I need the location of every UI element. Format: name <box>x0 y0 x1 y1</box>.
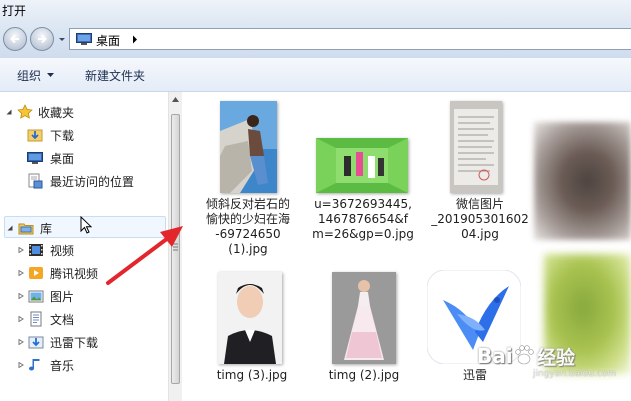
nav-item-videos[interactable]: 视频 <box>18 239 158 261</box>
nav-item-xunlei-downloads[interactable]: 迅雷下载 <box>18 331 158 353</box>
collapsed-arrow-icon[interactable] <box>18 339 24 345</box>
nav-item-label: 文档 <box>50 313 75 327</box>
file-name-line: 倾斜反对岩石的 <box>205 197 290 211</box>
file-name-line: _201905301602 <box>431 212 529 226</box>
collapsed-arrow-icon[interactable] <box>18 247 24 253</box>
title-bar: 打开 <box>0 0 631 22</box>
file-name-line: 愉快的少妇在海 <box>205 212 290 226</box>
file-name-line: 1467876654&f <box>318 212 408 226</box>
grip-icon <box>173 243 178 251</box>
nav-item-tencent-video[interactable]: 腾讯视频 <box>18 262 158 284</box>
arrow-right-icon <box>38 34 47 44</box>
arrow-left-icon <box>10 34 19 44</box>
watermark-brand: Bai <box>477 344 513 368</box>
nav-item-desktop[interactable]: 桌面 <box>27 147 162 169</box>
collapsed-arrow-icon[interactable] <box>18 362 24 368</box>
desktop-icon <box>27 152 43 164</box>
watermark-text: 经验 <box>537 347 576 369</box>
expanded-arrow-icon[interactable] <box>6 109 12 115</box>
file-thumbnail <box>316 138 408 193</box>
nav-item-label: 音乐 <box>50 359 75 373</box>
mouse-cursor-icon <box>80 216 92 234</box>
nav-item-label: 图片 <box>50 290 75 304</box>
blurred-thumbnail <box>534 122 631 240</box>
file-name-line: 微信图片 <box>455 197 504 211</box>
music-library-icon <box>29 359 40 371</box>
navigation-pane-scrollbar[interactable] <box>168 92 182 401</box>
favorites-star-icon <box>17 104 33 119</box>
file-thumbnail <box>220 101 277 193</box>
nav-favorites-label: 收藏夹 <box>38 106 75 120</box>
file-name-line: u=3672693445, <box>314 197 412 211</box>
nav-item-label: 迅雷下载 <box>50 336 99 350</box>
scroll-up-icon[interactable] <box>172 97 179 102</box>
file-name-line: -69724650 <box>215 227 281 241</box>
baidu-jingyan-watermark: Bai 经验 jingyan.baidu.com <box>477 342 627 382</box>
desktop-icon <box>76 33 92 45</box>
nav-item-label: 腾讯视频 <box>50 267 99 281</box>
file-thumbnail <box>450 101 502 193</box>
navigation-bar: 桌面 <box>0 22 631 58</box>
nav-item-label: 下载 <box>50 129 75 143</box>
nav-item-music[interactable]: 音乐 <box>18 354 158 376</box>
nav-item-recent-places[interactable]: 最近访问的位置 <box>27 170 162 192</box>
libraries-icon <box>18 223 34 235</box>
nav-item-label: 桌面 <box>50 152 75 166</box>
paw-icon <box>515 345 534 365</box>
nav-item-downloads[interactable]: 下载 <box>27 124 162 146</box>
recent-places-icon <box>28 173 43 189</box>
collapsed-arrow-icon[interactable] <box>18 316 24 322</box>
file-item-rock-woman[interactable]: 倾斜反对岩石的 愉快的少妇在海 -69724650 (1).jpg <box>196 100 300 265</box>
chevron-down-icon[interactable] <box>47 73 54 77</box>
forward-button[interactable] <box>30 27 54 51</box>
file-thumbnail <box>332 272 396 364</box>
nav-item-label: 最近访问的位置 <box>50 175 135 189</box>
address-location[interactable]: 桌面 <box>96 32 120 49</box>
nav-item-label: 视频 <box>50 244 75 258</box>
file-item-green-room[interactable]: u=3672693445, 1467876654&f m=26&gp=0.jpg <box>310 100 416 265</box>
nav-item-pictures[interactable]: 图片 <box>18 285 158 307</box>
navigation-pane: 收藏夹 下载 桌面 最近访问的位置 库 视频 腾讯视频 图片 文档 迅雷下载 音… <box>0 92 168 401</box>
pictures-library-icon <box>28 290 44 303</box>
address-bar[interactable]: 桌面 <box>69 28 631 50</box>
file-name-line: m=26&gp=0.jpg <box>312 227 414 241</box>
nav-libraries-label: 库 <box>40 222 53 236</box>
file-item-timg-2[interactable]: timg (2).jpg <box>314 268 414 388</box>
scrollbar-thumb[interactable] <box>171 114 180 384</box>
watermark-url: jingyan.baidu.com <box>533 369 617 379</box>
window-title: 打开 <box>2 4 27 18</box>
command-toolbar: 组织 新建文件夹 <box>0 58 631 92</box>
documents-library-icon <box>30 311 42 327</box>
organize-menu-button[interactable]: 组织 <box>17 67 41 84</box>
chevron-right-icon[interactable] <box>132 35 138 44</box>
file-name-line: (1).jpg <box>228 242 268 256</box>
download-folder-icon <box>27 129 43 142</box>
recent-pages-dropdown-icon[interactable] <box>58 36 66 44</box>
nav-item-documents[interactable]: 文档 <box>18 308 158 330</box>
file-item-wechat-image[interactable]: 微信图片 _201905301602 04.jpg <box>426 100 534 265</box>
expanded-arrow-icon[interactable] <box>7 225 13 231</box>
file-name-line: timg (2).jpg <box>328 368 400 382</box>
collapsed-arrow-icon[interactable] <box>18 270 24 276</box>
file-item-timg-3[interactable]: timg (3).jpg <box>202 268 302 388</box>
file-name-line: 04.jpg <box>461 227 499 241</box>
new-folder-button[interactable]: 新建文件夹 <box>85 67 145 84</box>
nav-favorites[interactable]: 收藏夹 <box>6 101 156 123</box>
collapsed-arrow-icon[interactable] <box>18 293 24 299</box>
back-button[interactable] <box>3 27 27 51</box>
video-library-icon <box>29 244 43 256</box>
xunlei-download-icon <box>28 336 44 349</box>
file-thumbnail <box>218 272 282 364</box>
tencent-video-icon <box>29 267 43 279</box>
file-name-line: timg (3).jpg <box>216 368 288 382</box>
